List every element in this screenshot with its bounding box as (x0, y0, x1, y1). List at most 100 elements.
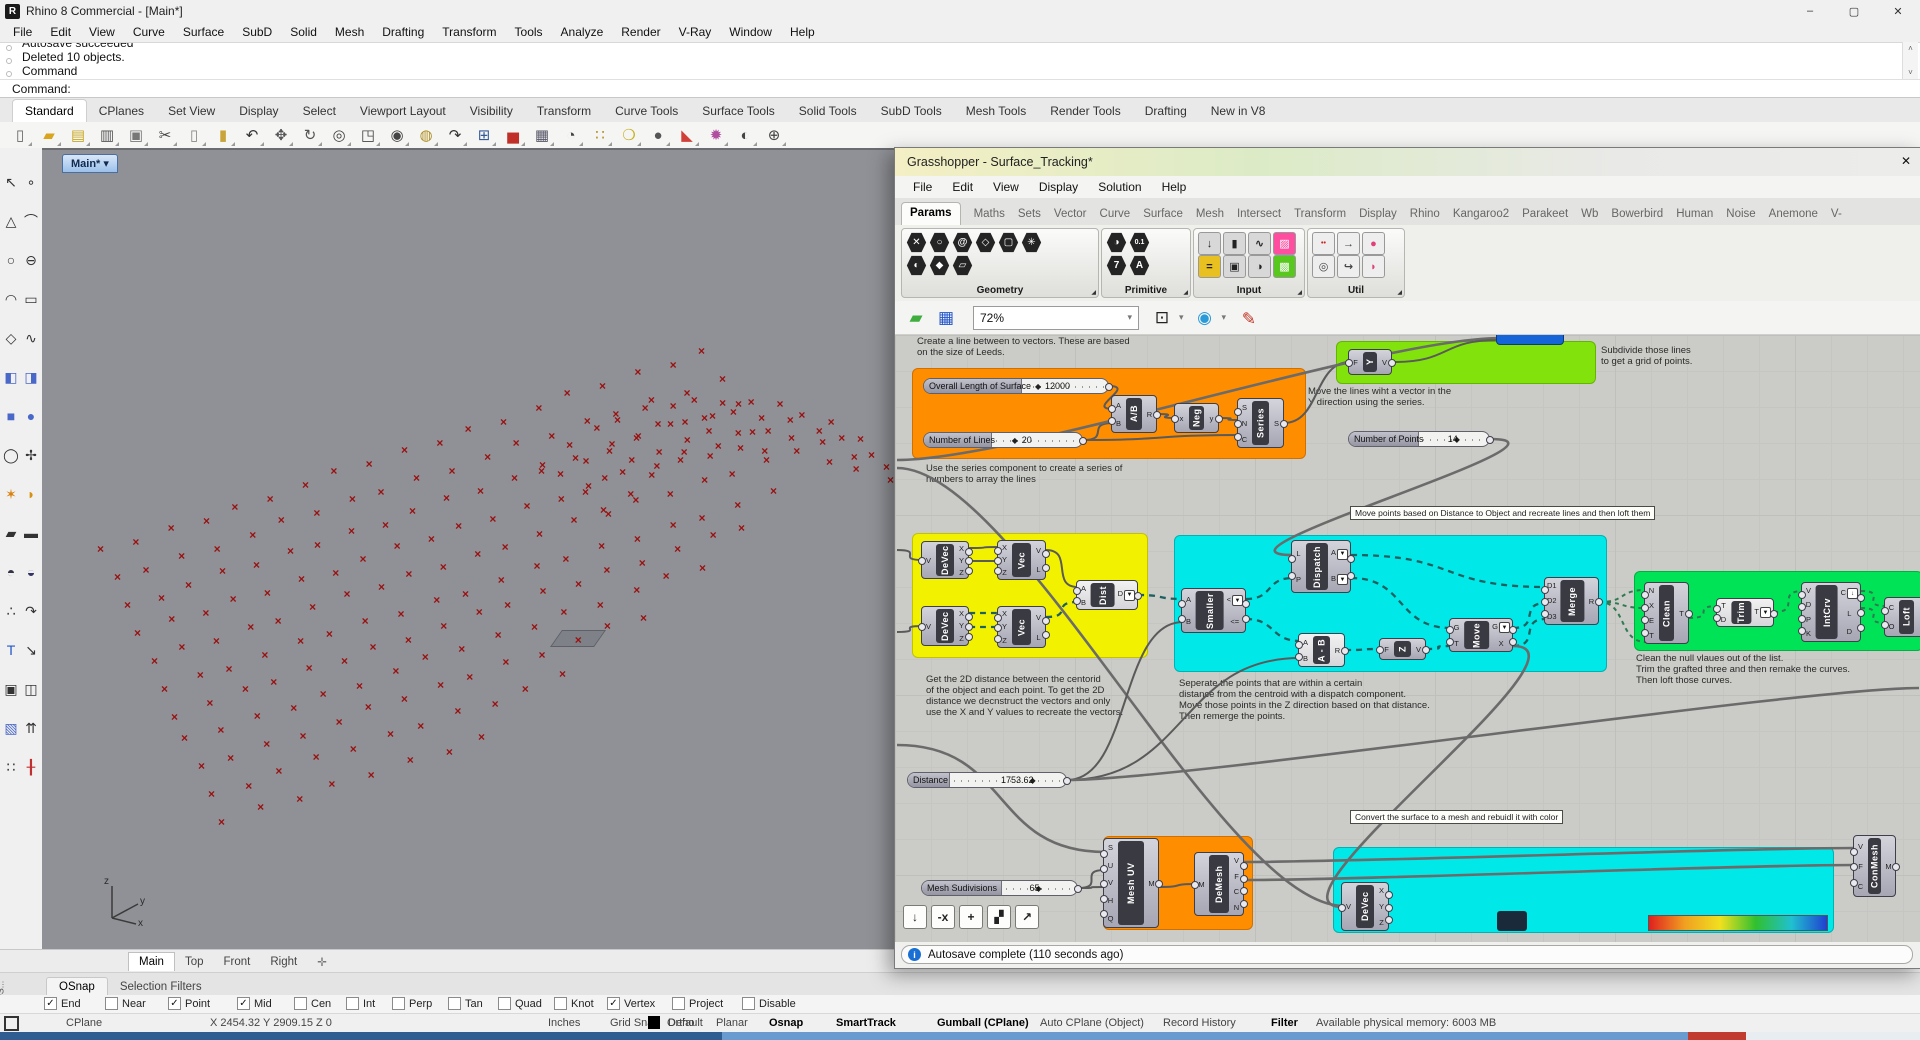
text-icon[interactable]: T (1, 640, 21, 660)
input-port[interactable] (994, 614, 1002, 622)
input-port[interactable] (1541, 586, 1549, 594)
viewport-tab-top[interactable]: Top (175, 953, 214, 971)
new-file-icon[interactable]: ▯ (8, 125, 32, 146)
corner-arrow-icon[interactable]: ◢ (1183, 289, 1188, 296)
output-port[interactable] (1341, 647, 1349, 655)
gh-menu-help[interactable]: Help (1152, 178, 1197, 196)
cherry-picker-icon[interactable]: •• (1312, 232, 1335, 255)
gh-tab-wb[interactable]: Wb (1581, 204, 1598, 225)
rebuild-icon[interactable]: ↷ (21, 601, 41, 621)
output-port[interactable] (1595, 598, 1603, 606)
input-port[interactable] (1798, 627, 1806, 635)
toolbar-tab-viewport-layout[interactable]: Viewport Layout (348, 100, 458, 122)
checkbox[interactable] (498, 997, 511, 1010)
select-arrow-icon[interactable]: ↖ (1, 172, 21, 192)
corner-arrow-icon[interactable]: ◢ (1091, 289, 1096, 296)
toolbar-tab-subd-tools[interactable]: SubD Tools (869, 100, 954, 122)
gh-tab-bowerbird[interactable]: Bowerbird (1611, 204, 1663, 225)
toolbar-tab-display[interactable]: Display (227, 100, 290, 122)
param-surface-icon[interactable]: ◐ (906, 255, 927, 276)
checkbox[interactable]: ✓ (237, 997, 250, 1010)
input-port[interactable] (1178, 615, 1186, 623)
input-port[interactable] (1178, 600, 1186, 608)
point-edit-icon[interactable]: ∴ (1, 601, 21, 621)
gh-tab-mesh[interactable]: Mesh (1196, 204, 1224, 225)
gh-menu-view[interactable]: View (983, 178, 1029, 196)
input-port[interactable] (1073, 587, 1081, 595)
surface-corner-icon[interactable]: ◧ (1, 367, 21, 387)
component-series[interactable]: SNCSeriesS (1237, 398, 1284, 448)
gh-open-icon[interactable]: ▰ (903, 306, 929, 330)
input-port[interactable] (918, 557, 926, 565)
osnap-option-int[interactable]: Int (346, 997, 375, 1010)
circle-icon[interactable]: ○ (1, 250, 21, 270)
input-port[interactable] (918, 623, 926, 631)
circle-tangent-icon[interactable]: ⊖ (21, 250, 41, 270)
component-loft[interactable]: COLoft (1884, 597, 1920, 637)
rotate-view-icon[interactable]: ↻ (298, 125, 322, 146)
output-port[interactable] (1155, 880, 1163, 888)
gh-tab-maths[interactable]: Maths (974, 204, 1005, 225)
menu-item-mesh[interactable]: Mesh (326, 23, 373, 41)
circle-center-icon[interactable]: ◔ (559, 125, 583, 146)
component-devec[interactable]: VDeVecXYZ (921, 541, 969, 579)
osnap-option-knot[interactable]: Knot (554, 997, 594, 1010)
corner-arrow-icon[interactable]: ◢ (1297, 289, 1302, 296)
output-port[interactable] (1280, 420, 1288, 428)
param-plane-icon[interactable]: ◇ (975, 232, 996, 253)
output-port[interactable] (1105, 383, 1113, 391)
scroll-down-icon[interactable]: ˅ (1908, 68, 1913, 77)
viewport-tab-right[interactable]: Right (260, 953, 307, 971)
scroll-up-icon[interactable]: ˄ (1908, 44, 1913, 53)
freeform-curve-icon[interactable]: ⌒ (21, 211, 41, 231)
toolbar-tab-render-tools[interactable]: Render Tools (1038, 100, 1133, 122)
gh-tab-params[interactable]: Params (901, 202, 961, 225)
status-x-2454-32-y-2909-15-z-0[interactable]: X 2454.32 Y 2909.15 Z 0 (210, 1017, 332, 1029)
output-port[interactable] (965, 557, 973, 565)
component-move[interactable]: GTMoveG▼X (1449, 618, 1513, 652)
input-port[interactable] (1100, 895, 1108, 903)
number-slider-number-of-points[interactable]: Number of Points◆14 (1348, 431, 1490, 447)
input-port[interactable] (1446, 638, 1454, 646)
component-clean[interactable]: NXETCleanT (1644, 582, 1689, 644)
toolbar-tab-transform[interactable]: Transform (525, 100, 603, 122)
paste-icon[interactable]: ▮ (211, 125, 235, 146)
component-devec[interactable]: VDeVecXYZ (1341, 882, 1389, 931)
input-port[interactable] (1881, 621, 1889, 629)
gh-tab-transform[interactable]: Transform (1294, 204, 1346, 225)
gh-zoom-select[interactable]: 72% ▾ (973, 306, 1139, 330)
input-port[interactable] (1541, 598, 1549, 606)
input-port[interactable] (1100, 910, 1108, 918)
canvas-flag-widget[interactable]: ▞ (987, 905, 1011, 929)
command-prompt[interactable]: Command: (0, 79, 1920, 98)
slider-track[interactable]: ◆12000 (1022, 379, 1108, 393)
minimize-button[interactable]: – (1788, 0, 1832, 22)
checkbox[interactable] (672, 997, 685, 1010)
status-cplane[interactable]: CPlane (66, 1017, 102, 1029)
output-port[interactable] (965, 633, 973, 641)
chevron-down-icon[interactable]: ▾ (1222, 312, 1227, 323)
cage-edit-icon[interactable]: ✢ (21, 445, 41, 465)
close-button[interactable]: ✕ (1876, 0, 1920, 22)
gh-draw-brush-icon[interactable]: ✐ (1235, 305, 1259, 331)
input-port[interactable] (1798, 591, 1806, 599)
input-port[interactable] (1798, 615, 1806, 623)
output-port[interactable] (1079, 437, 1087, 445)
input-port[interactable] (1288, 555, 1296, 563)
gh-menu-solution[interactable]: Solution (1088, 178, 1151, 196)
input-port[interactable] (1234, 420, 1242, 428)
grasshopper-close-icon[interactable]: ✕ (1901, 154, 1911, 168)
menu-item-surface[interactable]: Surface (174, 23, 233, 41)
input-port[interactable] (1073, 597, 1081, 605)
number-slider-number-of-lines[interactable]: Number of Lines◆20 (923, 432, 1083, 448)
component-trim[interactable]: TDTrimT▼ (1716, 598, 1774, 627)
param-box-icon[interactable]: ▢ (998, 232, 1019, 253)
input-port[interactable] (1234, 408, 1242, 416)
copy-icon[interactable]: ▯ (182, 125, 206, 146)
input-port[interactable] (1541, 610, 1549, 618)
gh-tab-v-[interactable]: V- (1831, 204, 1842, 225)
checkbox[interactable]: ✓ (607, 997, 620, 1010)
box-icon[interactable]: ■ (1, 406, 21, 426)
output-port[interactable] (1385, 904, 1393, 912)
number-slider-overall-length-of-surface[interactable]: Overall Length of Surface◆12000 (923, 378, 1109, 394)
